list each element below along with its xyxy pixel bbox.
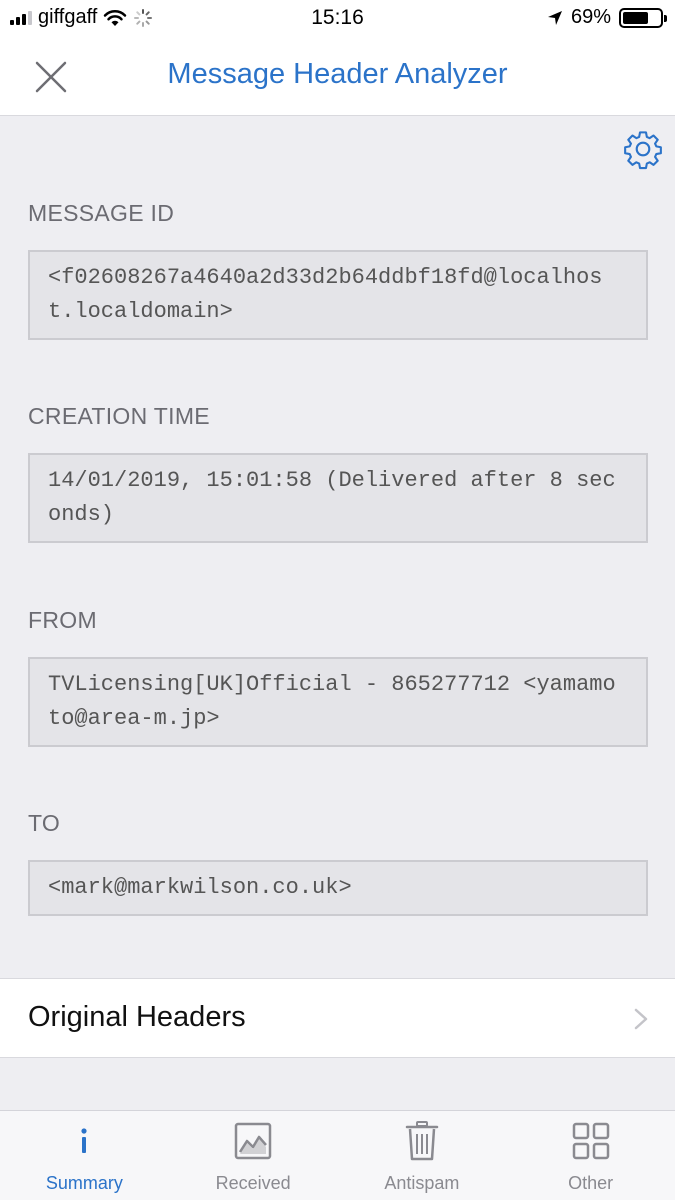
tab-received[interactable]: Received xyxy=(169,1111,338,1200)
from-label: FROM xyxy=(28,607,97,633)
chevron-right-icon xyxy=(634,1008,648,1030)
message-id-label: MESSAGE ID xyxy=(28,200,175,226)
original-headers-row[interactable]: Original Headers xyxy=(0,978,675,1058)
tab-label: Antispam xyxy=(384,1173,460,1193)
page-title: Message Header Analyzer xyxy=(167,58,508,90)
creation-time-field[interactable]: 14/01/2019, 15:01:58 (Delivered after 8 … xyxy=(28,453,648,543)
settings-button[interactable] xyxy=(622,128,664,170)
location-arrow-icon xyxy=(547,10,562,25)
tab-bar: Summary Received Antispam Other xyxy=(0,1110,675,1200)
chart-icon xyxy=(234,1122,272,1160)
creation-time-label: CREATION TIME xyxy=(28,403,210,429)
info-icon xyxy=(81,1128,87,1153)
message-id-field[interactable]: <f02608267a4640a2d33d2b64ddbf18fd@localh… xyxy=(28,250,648,340)
status-bar: giffgaff 15:16 69% xyxy=(0,0,675,38)
to-field[interactable]: <mark@markwilson.co.uk> xyxy=(28,860,648,916)
tab-label: Received xyxy=(215,1173,291,1193)
tab-other[interactable]: Other xyxy=(506,1111,675,1200)
nav-bar: Message Header Analyzer xyxy=(0,38,675,116)
status-right: 69% xyxy=(547,6,667,29)
battery-icon xyxy=(619,7,667,28)
battery-percent: 69% xyxy=(570,6,611,28)
to-label: TO xyxy=(28,810,61,836)
tab-label: Summary xyxy=(45,1173,123,1193)
tab-summary[interactable]: Summary xyxy=(0,1111,169,1200)
grid-icon xyxy=(572,1122,609,1160)
trash-icon xyxy=(405,1121,439,1161)
gear-icon[interactable] xyxy=(622,128,664,170)
from-field[interactable]: TVLicensing[UK]Official - 865277712 <yam… xyxy=(28,657,648,747)
original-headers-label: Original Headers xyxy=(28,1001,246,1033)
tab-antispam[interactable]: Antispam xyxy=(338,1111,507,1200)
tab-label: Other xyxy=(568,1173,614,1193)
